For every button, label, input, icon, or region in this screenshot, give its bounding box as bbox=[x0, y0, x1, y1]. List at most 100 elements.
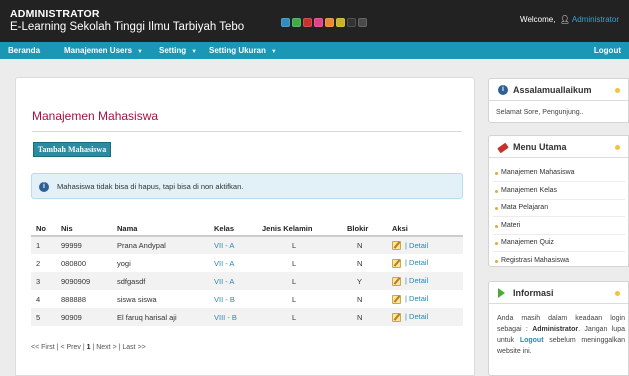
cell-jenis-kelamin: L bbox=[292, 294, 297, 304]
nav-setting-ukuran[interactable]: Setting Ukuran ▼ bbox=[209, 46, 277, 55]
menu-item-materi[interactable]: Materi bbox=[494, 222, 520, 229]
edit-icon[interactable] bbox=[392, 294, 401, 304]
detail-link[interactable]: | Detail bbox=[405, 312, 428, 321]
theme-swatch[interactable] bbox=[281, 18, 290, 27]
add-mahasiswa-button[interactable]: Tambah Mahasiswa bbox=[33, 142, 111, 157]
table-row: 2 080800 yogi VII - A L N | Detail bbox=[31, 254, 463, 272]
nav-manajemen-users[interactable]: Manajemen Users ▼ bbox=[64, 46, 143, 55]
theme-swatch[interactable] bbox=[325, 18, 334, 27]
info-header: Informasi bbox=[489, 282, 628, 304]
detail-link[interactable]: | Detail bbox=[405, 258, 428, 267]
greeting-text: Selamat Sore, Pengunjung.. bbox=[496, 109, 584, 116]
theme-swatch[interactable] bbox=[336, 18, 345, 27]
cell-nama: yogi bbox=[117, 258, 131, 268]
menu-item-manajemen-quiz[interactable]: Manajemen Quiz bbox=[495, 239, 554, 246]
detail-link[interactable]: | Detail bbox=[405, 276, 428, 285]
edit-icon[interactable] bbox=[392, 312, 401, 322]
menu-item-registrasi-mahasiswa[interactable]: Registrasi Mahasiswa bbox=[494, 257, 569, 264]
menu-divider bbox=[493, 216, 625, 217]
edit-icon[interactable] bbox=[392, 241, 401, 251]
mahasiswa-table: No Nis Nama Kelas Jenis Kelamin Blokir A… bbox=[31, 223, 463, 326]
brand-role: ADMINISTRATOR bbox=[10, 8, 100, 20]
cell-nama: Prana Andypal bbox=[117, 236, 214, 254]
menu-item-manajemen-mahasiswa[interactable]: Manajemen Mahasiswa bbox=[495, 169, 575, 176]
edit-icon[interactable] bbox=[392, 276, 401, 286]
cell-nama: El faruq harisal aji bbox=[117, 308, 214, 326]
cell-kelas-link[interactable]: VIII - B bbox=[214, 308, 262, 326]
nav-setting-ukuran-label: Setting Ukuran bbox=[209, 46, 266, 55]
cell-jenis-kelamin: L bbox=[292, 258, 297, 268]
theme-swatch[interactable] bbox=[314, 18, 323, 27]
col-no: No bbox=[31, 223, 61, 237]
menu-header: Menu Utama bbox=[489, 136, 628, 158]
cell-no: 1 bbox=[31, 236, 61, 254]
menu-item-mata-pelajaran[interactable]: Mata Pelajaran bbox=[494, 204, 548, 211]
table-header-row: No Nis Nama Kelas Jenis Kelamin Blokir A… bbox=[31, 223, 463, 237]
cell-nis: 99999 bbox=[61, 236, 117, 254]
table-row: 1 99999 Prana Andypal VII - A L N | Deta… bbox=[31, 236, 463, 254]
pager-next[interactable]: Next > bbox=[96, 344, 116, 351]
nav-setting[interactable]: Setting ▼ bbox=[159, 46, 197, 55]
cell-no: 3 bbox=[31, 272, 61, 290]
cell-aksi: | Detail bbox=[392, 308, 463, 326]
col-jenis-kelamin: Jenis Kelamin bbox=[262, 223, 347, 237]
pencil-icon bbox=[497, 142, 509, 154]
theme-swatch[interactable] bbox=[347, 18, 356, 27]
info-panel: Informasi Anda masih dalam keadaan login… bbox=[488, 281, 629, 376]
pager-first[interactable]: << First bbox=[31, 344, 55, 351]
notice-text: Mahasiswa tidak bisa di hapus, tapi bisa… bbox=[57, 182, 244, 191]
menu-item-manajemen-kelas[interactable]: Manajemen Kelas bbox=[494, 187, 557, 194]
cell-blokir: N bbox=[357, 258, 363, 268]
top-header: ADMINISTRATOR E-Learning Sekolah Tinggi … bbox=[0, 0, 629, 42]
menu-title: Menu Utama bbox=[513, 142, 567, 152]
nav-manajemen-users-label: Manajemen Users bbox=[64, 46, 133, 55]
welcome-label: Welcome, bbox=[520, 15, 556, 24]
cell-nama: siswa siswa bbox=[117, 294, 157, 304]
theme-swatch[interactable] bbox=[303, 18, 312, 27]
pagination: << First | < Prev | 1 | Next > | Last >> bbox=[31, 344, 146, 351]
cell-aksi: | Detail bbox=[392, 290, 463, 308]
table-row: 5 90909 El faruq harisal aji VIII - B L … bbox=[31, 308, 463, 326]
chevron-down-icon: ▼ bbox=[270, 49, 277, 55]
collapse-dot-icon[interactable] bbox=[615, 291, 620, 296]
user-icon: 👤︎ bbox=[557, 15, 571, 24]
cell-aksi: | Detail bbox=[392, 236, 463, 254]
main-menu-panel: Menu Utama Manajemen Mahasiswa Manajemen… bbox=[488, 135, 629, 267]
cell-kelas-link[interactable]: VII - A bbox=[214, 236, 262, 254]
cell-nis: 888888 bbox=[61, 294, 87, 304]
detail-link[interactable]: | Detail bbox=[405, 241, 428, 250]
info-logout-link[interactable]: Logout bbox=[520, 337, 544, 344]
cell-kelas-link[interactable]: VII - A bbox=[214, 272, 262, 290]
nav-setting-label: Setting bbox=[159, 46, 187, 55]
pager-last[interactable]: Last >> bbox=[122, 344, 145, 351]
user-name-link[interactable]: Administrator bbox=[572, 15, 619, 24]
cell-blokir: N bbox=[347, 308, 392, 326]
nav-logout[interactable]: Logout bbox=[594, 46, 621, 55]
greeting-title: Assalamuallaikum bbox=[513, 85, 592, 95]
info-icon: i bbox=[39, 182, 49, 192]
welcome-area: Welcome, 👤︎ Administrator bbox=[520, 15, 619, 24]
nav-beranda[interactable]: Beranda bbox=[8, 46, 40, 55]
collapse-dot-icon[interactable] bbox=[615, 145, 620, 150]
info-icon: i bbox=[498, 85, 508, 95]
col-kelas: Kelas bbox=[214, 223, 262, 237]
cell-blokir: N bbox=[357, 294, 363, 304]
cell-kelas-link[interactable]: VII - B bbox=[214, 290, 262, 308]
menu-divider bbox=[493, 251, 625, 252]
detail-link[interactable]: | Detail bbox=[405, 294, 428, 303]
cell-nis: 9090909 bbox=[61, 272, 117, 290]
theme-swatch[interactable] bbox=[358, 18, 367, 27]
col-nis: Nis bbox=[61, 223, 117, 237]
collapse-dot-icon[interactable] bbox=[615, 88, 620, 93]
edit-icon[interactable] bbox=[392, 258, 401, 268]
theme-swatch[interactable] bbox=[292, 18, 301, 27]
cell-jenis-kelamin: L bbox=[262, 272, 347, 290]
cell-nis: 90909 bbox=[61, 308, 117, 326]
info-notice: i Mahasiswa tidak bisa di hapus, tapi bi… bbox=[31, 173, 463, 199]
pager-prev[interactable]: < Prev bbox=[60, 344, 80, 351]
menu-divider bbox=[493, 199, 625, 200]
chevron-down-icon: ▼ bbox=[137, 49, 143, 55]
cell-kelas-link[interactable]: VII - A bbox=[214, 254, 262, 272]
cell-no: 4 bbox=[36, 294, 41, 304]
col-aksi: Aksi bbox=[392, 223, 463, 237]
